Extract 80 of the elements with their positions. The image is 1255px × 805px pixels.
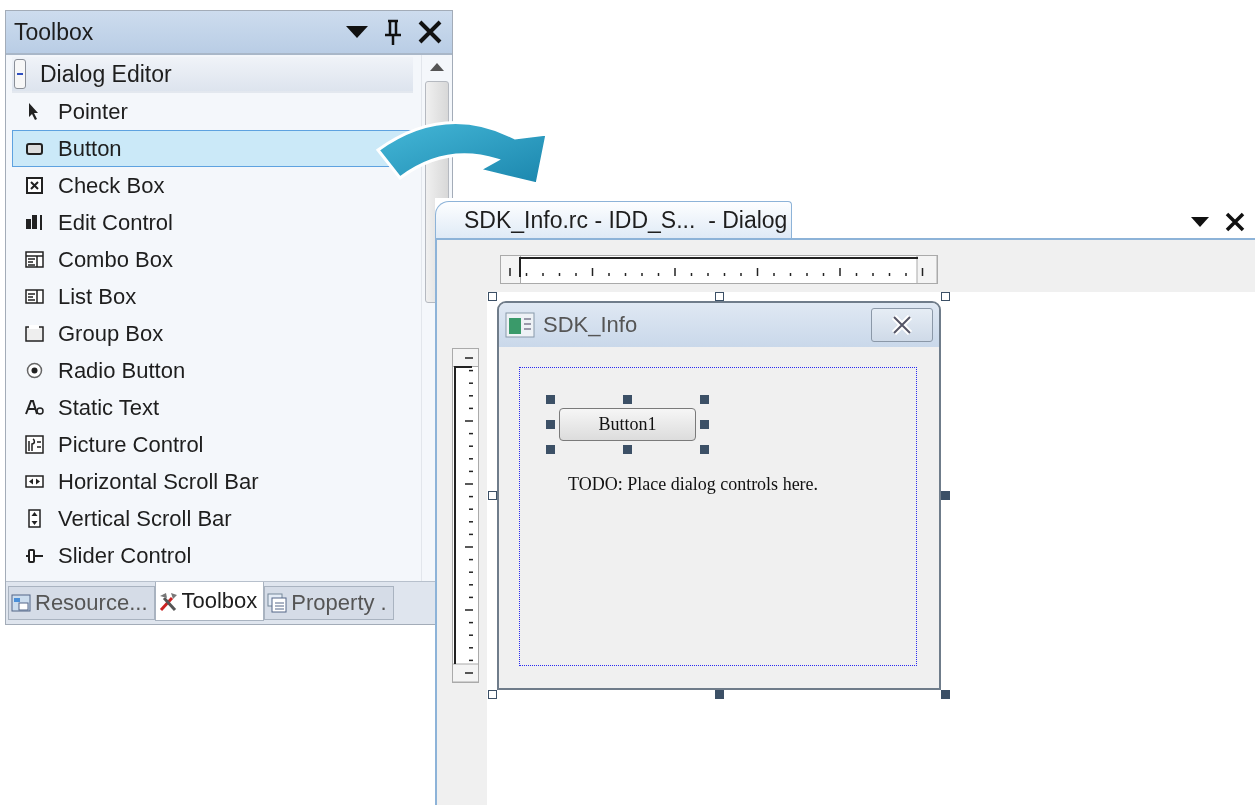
- pin-icon[interactable]: [384, 19, 402, 45]
- item-label: Picture Control: [58, 431, 204, 458]
- property-pages-icon: [267, 592, 288, 614]
- toolbox-item[interactable]: Group Box: [12, 315, 415, 352]
- checkbox-icon: [25, 176, 44, 195]
- close-icon[interactable]: [1225, 212, 1245, 232]
- item-label: Slider Control: [58, 542, 192, 569]
- toolbox-item[interactable]: Static Text: [12, 389, 415, 426]
- panel-title: Toolbox: [14, 18, 95, 46]
- dialog-button[interactable]: Button1: [559, 408, 696, 441]
- radio-button-icon: [25, 361, 44, 380]
- collapse-toggle[interactable]: [14, 59, 26, 89]
- item-label: List Box: [58, 283, 137, 310]
- item-label: Check Box: [58, 172, 165, 199]
- toolbox-item[interactable]: Horizontal Scroll Bar: [12, 463, 415, 500]
- tab-label: Resource...: [35, 590, 148, 616]
- close-icon: [891, 315, 913, 335]
- resize-handle[interactable]: [700, 395, 709, 404]
- item-label: Horizontal Scroll Bar: [58, 468, 259, 495]
- tools-icon: [157, 590, 178, 612]
- resize-handle[interactable]: [941, 690, 950, 699]
- panel-tab[interactable]: Resource...: [8, 586, 155, 620]
- toolbox-item[interactable]: Vertical Scroll Bar: [12, 500, 415, 537]
- caret-down-icon[interactable]: [1191, 217, 1209, 227]
- toolbox-item[interactable]: Picture Control: [12, 426, 415, 463]
- resize-handle[interactable]: [700, 445, 709, 454]
- toolbox-item[interactable]: Radio Button: [12, 352, 415, 389]
- item-label: Radio Button: [58, 357, 186, 384]
- caret-down-icon[interactable]: [346, 26, 368, 38]
- item-label: Combo Box: [58, 246, 173, 273]
- tab-label: Toolbox: [181, 588, 258, 614]
- horizontal-ruler[interactable]: [500, 255, 938, 284]
- resize-handle[interactable]: [623, 395, 632, 404]
- picture-icon: [25, 435, 44, 454]
- static-text: TODO: Place dialog controls here.: [568, 474, 819, 495]
- document-tab[interactable]: SDK_Info.rc - IDD_S... - Dialog: [435, 201, 793, 238]
- horizontal-scrollbar-icon: [25, 472, 44, 491]
- scroll-up-icon[interactable]: [430, 63, 444, 71]
- item-label: Vertical Scroll Bar: [58, 505, 232, 532]
- resize-handle[interactable]: [700, 420, 709, 429]
- toolbox-item[interactable]: List Box: [12, 278, 415, 315]
- resize-handle[interactable]: [714, 292, 724, 301]
- toolbox-item[interactable]: Slider Control: [12, 537, 415, 574]
- resource-view-icon: [11, 592, 31, 614]
- toolbox-item[interactable]: Check Box: [12, 167, 415, 204]
- toolbox-item[interactable]: Pointer: [12, 93, 415, 130]
- group-header[interactable]: Dialog Editor: [12, 57, 413, 93]
- dialog-close-button[interactable]: [871, 308, 933, 342]
- resize-handle[interactable]: [623, 445, 632, 454]
- dialog-preview[interactable]: SDK_Info Button1 TODO: Place dialog controls here.: [497, 301, 941, 690]
- resize-handle[interactable]: [546, 420, 555, 429]
- group-box-icon: [25, 324, 44, 343]
- panel-tab[interactable]: Property .: [264, 586, 394, 620]
- group-label: Dialog Editor: [40, 60, 172, 88]
- dialog-title: SDK_Info: [543, 312, 639, 338]
- combo-box-icon: [25, 250, 44, 269]
- item-label: Group Box: [58, 320, 164, 347]
- resize-handle[interactable]: [546, 445, 555, 454]
- panel-tab[interactable]: Toolbox: [154, 582, 265, 621]
- vertical-ruler[interactable]: [452, 348, 479, 683]
- item-label: Static Text: [58, 394, 160, 421]
- item-label: Pointer: [58, 98, 128, 125]
- resize-handle[interactable]: [488, 690, 497, 699]
- tab-label: Property .: [291, 590, 387, 616]
- resize-handle[interactable]: [546, 395, 555, 404]
- item-label: Edit Control: [58, 209, 173, 236]
- resize-handle[interactable]: [714, 690, 724, 699]
- resize-handle[interactable]: [941, 292, 950, 301]
- toolbox-item[interactable]: Combo Box: [12, 241, 415, 278]
- vertical-scrollbar-icon: [25, 509, 44, 528]
- slider-icon: [25, 546, 44, 565]
- resize-handle[interactable]: [488, 491, 497, 500]
- text-icon: [25, 398, 44, 417]
- app-window-icon: [505, 312, 535, 338]
- toolbox-item[interactable]: Edit Control: [12, 204, 415, 241]
- close-icon[interactable]: [418, 20, 442, 44]
- resize-handle[interactable]: [488, 292, 497, 301]
- list-box-icon: [25, 287, 44, 306]
- resize-handle[interactable]: [941, 491, 950, 500]
- item-label: Button: [58, 135, 122, 162]
